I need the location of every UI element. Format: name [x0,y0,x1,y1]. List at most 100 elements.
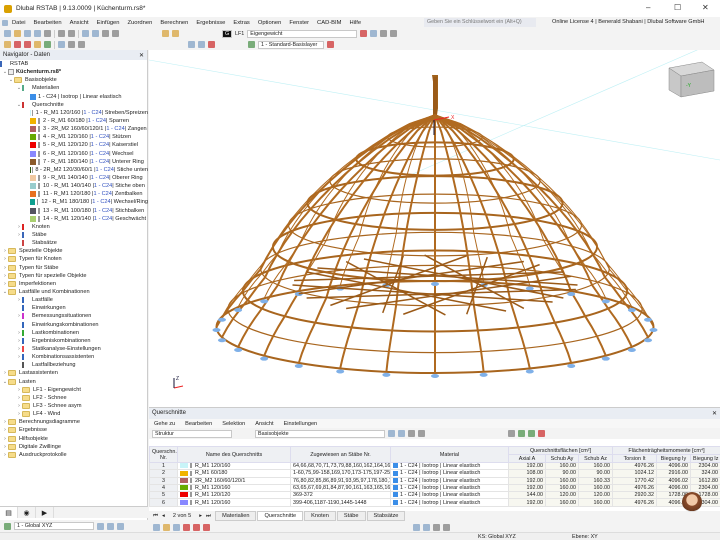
tree-item-load[interactable]: › Ergebniskombinationen [0,337,148,345]
section-material-link[interactable]: 1 - C24 [91,175,109,181]
tool-icon[interactable] [183,523,190,531]
menu-optionen[interactable]: Optionen [258,20,282,26]
open-icon[interactable] [14,30,21,37]
print-icon[interactable] [44,30,51,37]
menu-einstellungen[interactable]: Einstellungen [284,421,318,427]
tree-folder[interactable]: › Spezielle Objekte [0,247,148,255]
cell-name[interactable]: R_M1 120/120 [177,491,291,500]
tree-item-section[interactable]: 1 - R_M1 120/160 | 1 - C24 | Streben/Spr… [0,109,148,117]
tree-item-load[interactable]: Lastfallbeziehung [0,361,148,369]
tree-folder[interactable]: › Typen für Stäbe [0,264,148,272]
section-material-link[interactable]: 1 - C24 [96,167,114,173]
select-icon[interactable] [388,430,395,437]
section-material-link[interactable]: 1 - C24 [94,208,112,214]
app-menu-icon[interactable] [2,19,8,26]
tab-knoten[interactable]: Knoten [304,511,336,521]
table-row[interactable]: 2 R_M1 60/180 1-60,75,99-158,169,170,173-1… [149,469,720,478]
cell-name[interactable]: 2R_M2 160/60/120/1 [177,476,291,485]
cell-material[interactable]: 1 - C24 | Isotrop | Linear elastisch [390,461,509,471]
section-icon[interactable] [538,430,545,437]
tree-item-lastassistenten[interactable]: › Lastassistenten [0,369,148,377]
section-material-link[interactable]: 1 - C24 [92,199,110,205]
tree-item-load[interactable]: › Kombinationsassistenten [0,353,148,361]
tree-item-section[interactable]: 4 - R_M1 120/160 | 1 - C24 | Stützen [0,133,148,141]
tree-item-section[interactable]: 9 - R_M1 140/140 | 1 - C24 | Oberer Ring [0,174,148,182]
menu-gehe-zu[interactable]: Gehe zu [154,421,175,427]
tree-item-knoten[interactable]: › Knoten [0,223,148,231]
cell-name[interactable]: R_M1 120/160 [177,498,291,507]
table-row[interactable]: 5 R_M1 120/120 369-372 1 - C24 | Isotrop | … [149,491,720,500]
snap-icon[interactable] [78,41,85,48]
view-icon[interactable] [82,30,89,37]
tree-item-section[interactable]: 8 - 2R_M2 120/30/60/1 | 1 - C24 | Stiche… [0,166,148,174]
tab-querschnitte[interactable]: Querschnitte [257,511,304,521]
tree-item-section[interactable]: 2 - R_M1 60/180 | 1 - C24 | Sparren [0,117,148,125]
view-icon[interactable] [107,522,114,530]
tree-folder[interactable]: › Typen für Knoten [0,255,148,263]
calculate-icon[interactable] [162,30,169,37]
assistant-avatar[interactable] [682,492,702,512]
redo-icon[interactable] [68,30,75,37]
coordinate-system-select[interactable]: 1 - Global XYZ [14,522,94,530]
report-icon[interactable] [112,30,119,37]
tree-item-lasten[interactable]: ⌄ Lasten [0,377,148,385]
table-row[interactable]: 4 R_M1 120/160 63,65,67,69,81,84,87,90,161… [149,483,720,493]
tab-views-camera-icon[interactable]: ▶ [36,507,54,518]
tree-folder[interactable]: › Ergebnisse [0,426,148,434]
function-icon[interactable] [508,430,515,437]
section-material-link[interactable]: 1 - C24 [91,142,109,148]
cell-material[interactable]: 1 - C24 | Isotrop | Linear elastisch [390,483,509,493]
table-row[interactable]: 6 R_M1 120/160 399-406,1187-1190,1445-1448… [149,498,720,507]
tree-item-section[interactable]: 5 - R_M1 120/120 | 1 - C24 | Kaiserstiel [0,141,148,149]
3d-viewport[interactable]: -Y X Z [149,50,720,407]
grid-icon[interactable] [433,523,440,531]
cell-name[interactable]: R_M1 120/160 [177,461,291,471]
close-icon[interactable] [208,41,215,48]
tab-stabsaetze[interactable]: Stabsätze [366,511,406,521]
tree-item-basisobjekte[interactable]: ⌄ Basisobjekte [0,76,148,84]
member-icon[interactable] [14,41,21,48]
cell-name[interactable]: R_M1 60/180 [177,469,291,478]
tree-item-section[interactable]: 10 - R_M1 140/140 | 1 - C24 | Stiche obe… [0,182,148,190]
tree-item-section[interactable]: 7 - R_M1 180/140 | 1 - C24 | Unterer Rin… [0,158,148,166]
tree-item-section[interactable]: 11 - R_M1 120/180 | 1 - C24 | Zentbalken [0,190,148,198]
tree-item-load[interactable]: › Bemessungssituationen [0,312,148,320]
tree-item-load[interactable]: › Statikanalyse-Einstellungen [0,345,148,353]
view-cube[interactable]: -Y [668,61,715,98]
tool-icon[interactable] [193,523,200,531]
tree-item-staebe[interactable]: › Stäbe [0,231,148,239]
display-icon[interactable] [380,30,388,37]
table-icon[interactable] [408,430,415,437]
section-material-link[interactable]: 1 - C24 [91,151,109,157]
tab-staebe[interactable]: Stäbe [336,511,366,521]
tree-item-load[interactable]: › Lastkombinationen [0,329,148,337]
first-page-icon[interactable]: ⏮ [153,513,158,520]
last-page-icon[interactable]: ⏭ [206,513,211,520]
tree-item-section[interactable]: 3 - 2R_M2 160/60/120/1 | 1 - C24 | Zange… [0,125,148,133]
table-row[interactable]: 3 2R_M2 160/60/120/1 76,80,82,85,86,89,91,… [149,476,720,485]
section-material-link[interactable]: 1 - C24 [83,110,101,116]
tool-icon[interactable] [173,523,180,531]
tree-item-stabsaetze[interactable]: Stabsätze [0,239,148,247]
tree-item-load[interactable]: › Lastfälle [0,296,148,304]
tab-data-icon[interactable]: ▤ [0,507,18,518]
tree-folder[interactable]: › Digitale Zwillinge [0,443,148,451]
tree-folder[interactable]: › Ausdruckprotokolle [0,451,148,459]
render-icon[interactable] [188,41,195,48]
undo-icon[interactable] [58,30,65,37]
structure-select[interactable]: Struktur [152,429,232,438]
grid-icon[interactable] [443,523,450,531]
menu-ansicht[interactable]: Ansicht [255,421,273,427]
prev-page-icon[interactable]: ◂ [162,513,165,519]
tool-icon[interactable] [203,523,210,531]
search-input[interactable]: Geben Sie ein Schlüsselwort ein (Alt+Q) [424,18,536,27]
tree-item-querschnitte[interactable]: ⌄ Querschnitte [0,101,148,109]
section-material-link[interactable]: 1 - C24 [94,216,112,222]
load-case-select[interactable]: Eigengewicht [247,29,358,38]
cell-assigned[interactable]: 64,66,68,70,71,73,79,88,160,162,164,166.… [290,461,391,471]
member-icon[interactable] [24,41,31,48]
cell-assigned[interactable]: 76,80,82,85,86,89,91,93,95,97,178,180,1.… [290,476,391,485]
node-icon[interactable] [4,41,11,48]
cell-material[interactable]: 1 - C24 | Isotrop | Linear elastisch [390,498,509,507]
tool-icon[interactable] [153,523,160,531]
